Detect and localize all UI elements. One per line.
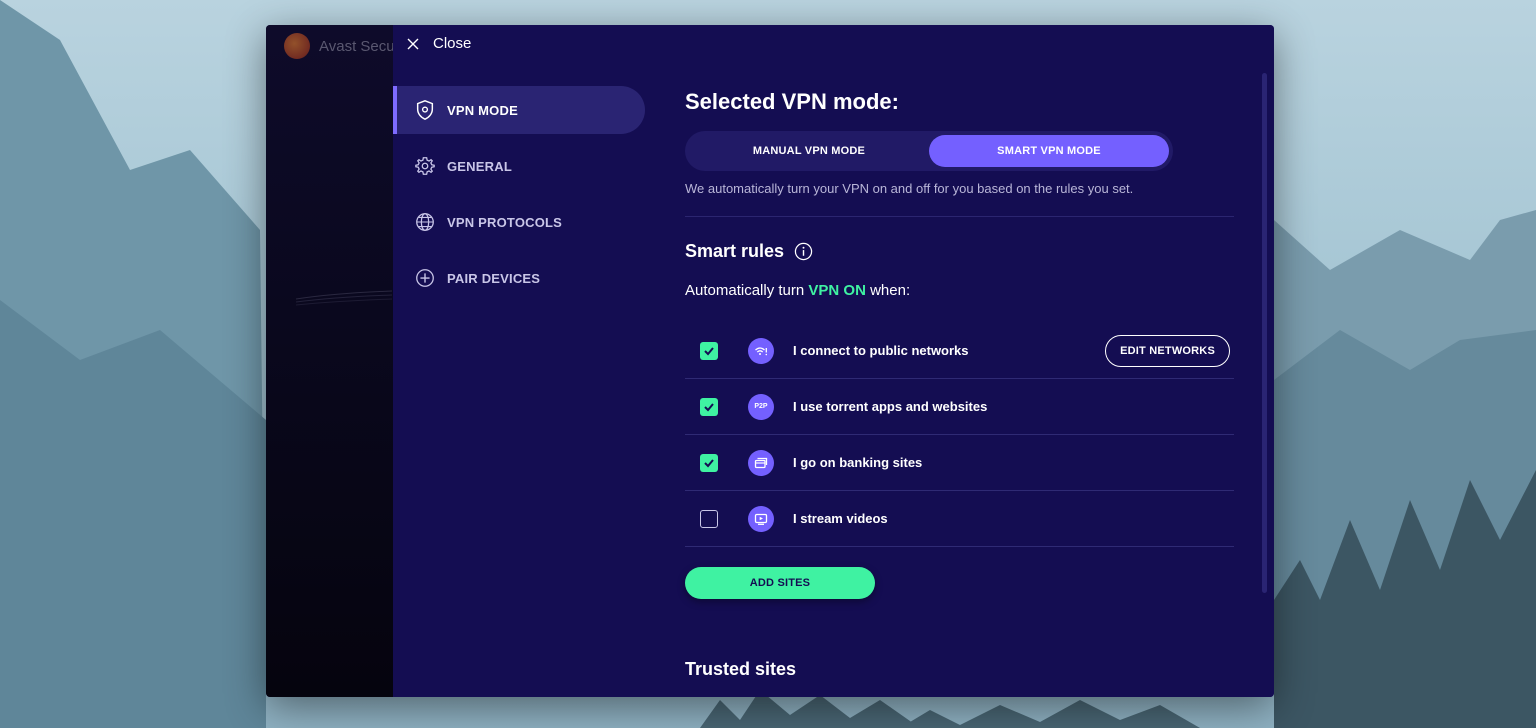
nav-item-pair-devices[interactable]: PAIR DEVICES — [393, 254, 645, 302]
rule-stream-videos: I stream videos — [685, 491, 1234, 547]
rule-public-networks: I connect to public networks EDIT NETWOR… — [685, 323, 1234, 379]
settings-panel: Close VPN MODE GENERAL VPN PROTOCOLS PAI… — [393, 25, 1274, 697]
trusted-sites-heading: Trusted sites — [685, 659, 797, 679]
globe-icon — [413, 210, 437, 234]
close-label: Close — [433, 35, 472, 52]
checkmark-icon — [704, 458, 714, 467]
checkmark-icon — [704, 402, 714, 411]
scrollbar[interactable] — [1262, 73, 1267, 593]
checkmark-icon — [704, 346, 714, 355]
brand-name: Avast Secu — [319, 37, 393, 55]
p2p-icon: P2P — [748, 393, 774, 420]
gear-icon — [413, 154, 437, 178]
background-app-sidebar: Avast Secu — [266, 25, 393, 697]
plus-circle-icon — [413, 266, 437, 290]
nav-item-vpn-mode[interactable]: VPN MODE — [393, 86, 645, 134]
rule-label: I connect to public networks — [793, 343, 969, 358]
vpn-on-highlight: VPN ON — [808, 282, 866, 299]
smart-rules-title: Smart rules — [685, 241, 785, 261]
nav-item-label: PAIR DEVICES — [447, 270, 541, 286]
decorative-streak — [296, 290, 392, 306]
wifi-alert-icon — [748, 337, 774, 364]
rule-label: I stream videos — [793, 511, 888, 526]
nav-item-vpn-protocols[interactable]: VPN PROTOCOLS — [393, 198, 645, 246]
rule-checkbox[interactable] — [700, 397, 718, 416]
play-screen-icon — [748, 505, 774, 532]
auto-suffix: when: — [870, 282, 911, 299]
edit-networks-button[interactable]: EDIT NETWORKS — [1105, 335, 1230, 367]
nav-item-label: GENERAL — [447, 158, 512, 174]
rule-label: I use torrent apps and websites — [793, 399, 988, 414]
credit-card-icon — [748, 449, 774, 476]
smart-rules-list: I connect to public networks EDIT NETWOR… — [685, 323, 1234, 547]
rule-checkbox[interactable] — [700, 509, 718, 528]
add-sites-button[interactable]: ADD SITES — [685, 567, 875, 599]
close-icon — [407, 38, 419, 49]
rule-checkbox[interactable] — [700, 341, 718, 360]
page-title: Selected VPN mode: — [685, 89, 899, 114]
smart-vpn-mode-option[interactable]: SMART VPN MODE — [929, 135, 1169, 167]
nav-item-label: VPN MODE — [447, 102, 518, 118]
app-window: Avast Secu Close VPN MODE GENERAL VPN PR… — [266, 25, 1274, 697]
auto-turn-on-text: Automatically turn VPN ON when: — [685, 282, 910, 299]
info-icon[interactable] — [794, 242, 813, 261]
manual-vpn-mode-option[interactable]: MANUAL VPN MODE — [689, 135, 929, 167]
vpn-mode-toggle: MANUAL VPN MODE SMART VPN MODE — [685, 131, 1173, 171]
mode-description: We automatically turn your VPN on and of… — [685, 181, 1134, 196]
rule-torrent-apps: P2P I use torrent apps and websites — [685, 379, 1234, 435]
nav-item-label: VPN PROTOCOLS — [447, 214, 563, 230]
shield-gear-icon — [413, 98, 437, 122]
close-button[interactable]: Close — [407, 35, 471, 52]
section-divider — [685, 216, 1234, 217]
rule-banking-sites: I go on banking sites — [685, 435, 1234, 491]
settings-nav: VPN MODE GENERAL VPN PROTOCOLS PAIR DEVI… — [393, 86, 645, 310]
nav-item-general[interactable]: GENERAL — [393, 142, 645, 190]
auto-prefix: Automatically turn — [685, 282, 805, 299]
rule-checkbox[interactable] — [700, 453, 718, 472]
smart-rules-heading: Smart rules — [685, 241, 813, 262]
rule-label: I go on banking sites — [793, 455, 923, 470]
background-app-brand: Avast Secu — [284, 33, 393, 59]
avast-logo-icon — [284, 33, 310, 59]
